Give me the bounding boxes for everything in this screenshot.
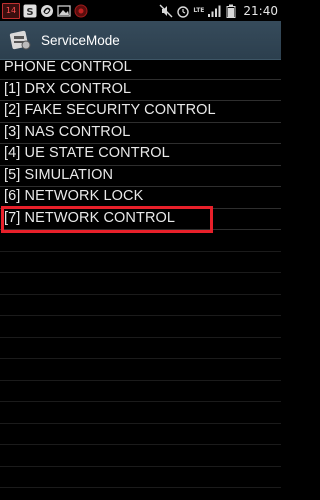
app-title: ServiceMode bbox=[41, 32, 120, 48]
empty-row bbox=[0, 316, 281, 338]
svg-text:S: S bbox=[26, 7, 33, 18]
empty-row bbox=[0, 424, 281, 445]
record-icon bbox=[74, 4, 88, 18]
menu-item-label: [7] NETWORK CONTROL bbox=[4, 209, 176, 226]
empty-row bbox=[0, 445, 281, 467]
menu-item-simulation[interactable]: [5] SIMULATION bbox=[0, 166, 281, 187]
battery-icon bbox=[224, 4, 238, 18]
image-icon bbox=[57, 4, 71, 18]
s-app-icon: S bbox=[23, 4, 37, 18]
empty-row bbox=[0, 273, 281, 295]
mute-icon bbox=[159, 4, 173, 18]
menu-header-label: PHONE CONTROL bbox=[4, 59, 132, 75]
empty-row bbox=[0, 359, 281, 381]
menu-item-label: [5] SIMULATION bbox=[4, 166, 114, 183]
empty-row bbox=[0, 295, 281, 316]
menu-item-label: [3] NAS CONTROL bbox=[4, 123, 131, 140]
status-time: 21:40 bbox=[243, 3, 278, 18]
menu-item-nas-control[interactable]: [3] NAS CONTROL bbox=[0, 123, 281, 144]
empty-row bbox=[0, 467, 281, 488]
service-menu-list: PHONE CONTROL [1] DRX CONTROL [2] FAKE S… bbox=[0, 58, 281, 488]
status-bar-right: LTE 21:40 bbox=[159, 4, 281, 18]
menu-item-label: [1] DRX CONTROL bbox=[4, 80, 132, 97]
menu-item-network-control[interactable]: [7] NETWORK CONTROL bbox=[0, 209, 281, 230]
sync-icon bbox=[40, 4, 54, 18]
menu-item-label: [4] UE STATE CONTROL bbox=[4, 145, 170, 161]
lte-icon: LTE bbox=[193, 6, 205, 14]
service-mode-app-icon bbox=[9, 29, 31, 51]
action-bar: ServiceMode bbox=[0, 21, 281, 60]
menu-item-network-lock[interactable]: [6] NETWORK LOCK bbox=[0, 187, 281, 209]
signal-icon bbox=[207, 4, 221, 18]
empty-row bbox=[0, 381, 281, 402]
menu-item-fake-security-control[interactable]: [2] FAKE SECURITY CONTROL bbox=[0, 101, 281, 123]
status-bar: 14 S LTE 21:40 bbox=[0, 0, 281, 21]
menu-item-ue-state-control[interactable]: [4] UE STATE CONTROL bbox=[0, 144, 281, 166]
notification-badge-icon: 14 bbox=[2, 2, 20, 19]
empty-row bbox=[0, 338, 281, 359]
status-bar-left: 14 S bbox=[0, 2, 88, 19]
empty-row bbox=[0, 252, 281, 273]
empty-row bbox=[0, 402, 281, 424]
empty-row bbox=[0, 230, 281, 252]
alarm-icon bbox=[176, 4, 190, 18]
menu-header: PHONE CONTROL bbox=[0, 58, 281, 80]
menu-item-label: [6] NETWORK LOCK bbox=[4, 188, 144, 204]
menu-item-label: [2] FAKE SECURITY CONTROL bbox=[4, 102, 216, 118]
menu-item-drx-control[interactable]: [1] DRX CONTROL bbox=[0, 80, 281, 101]
